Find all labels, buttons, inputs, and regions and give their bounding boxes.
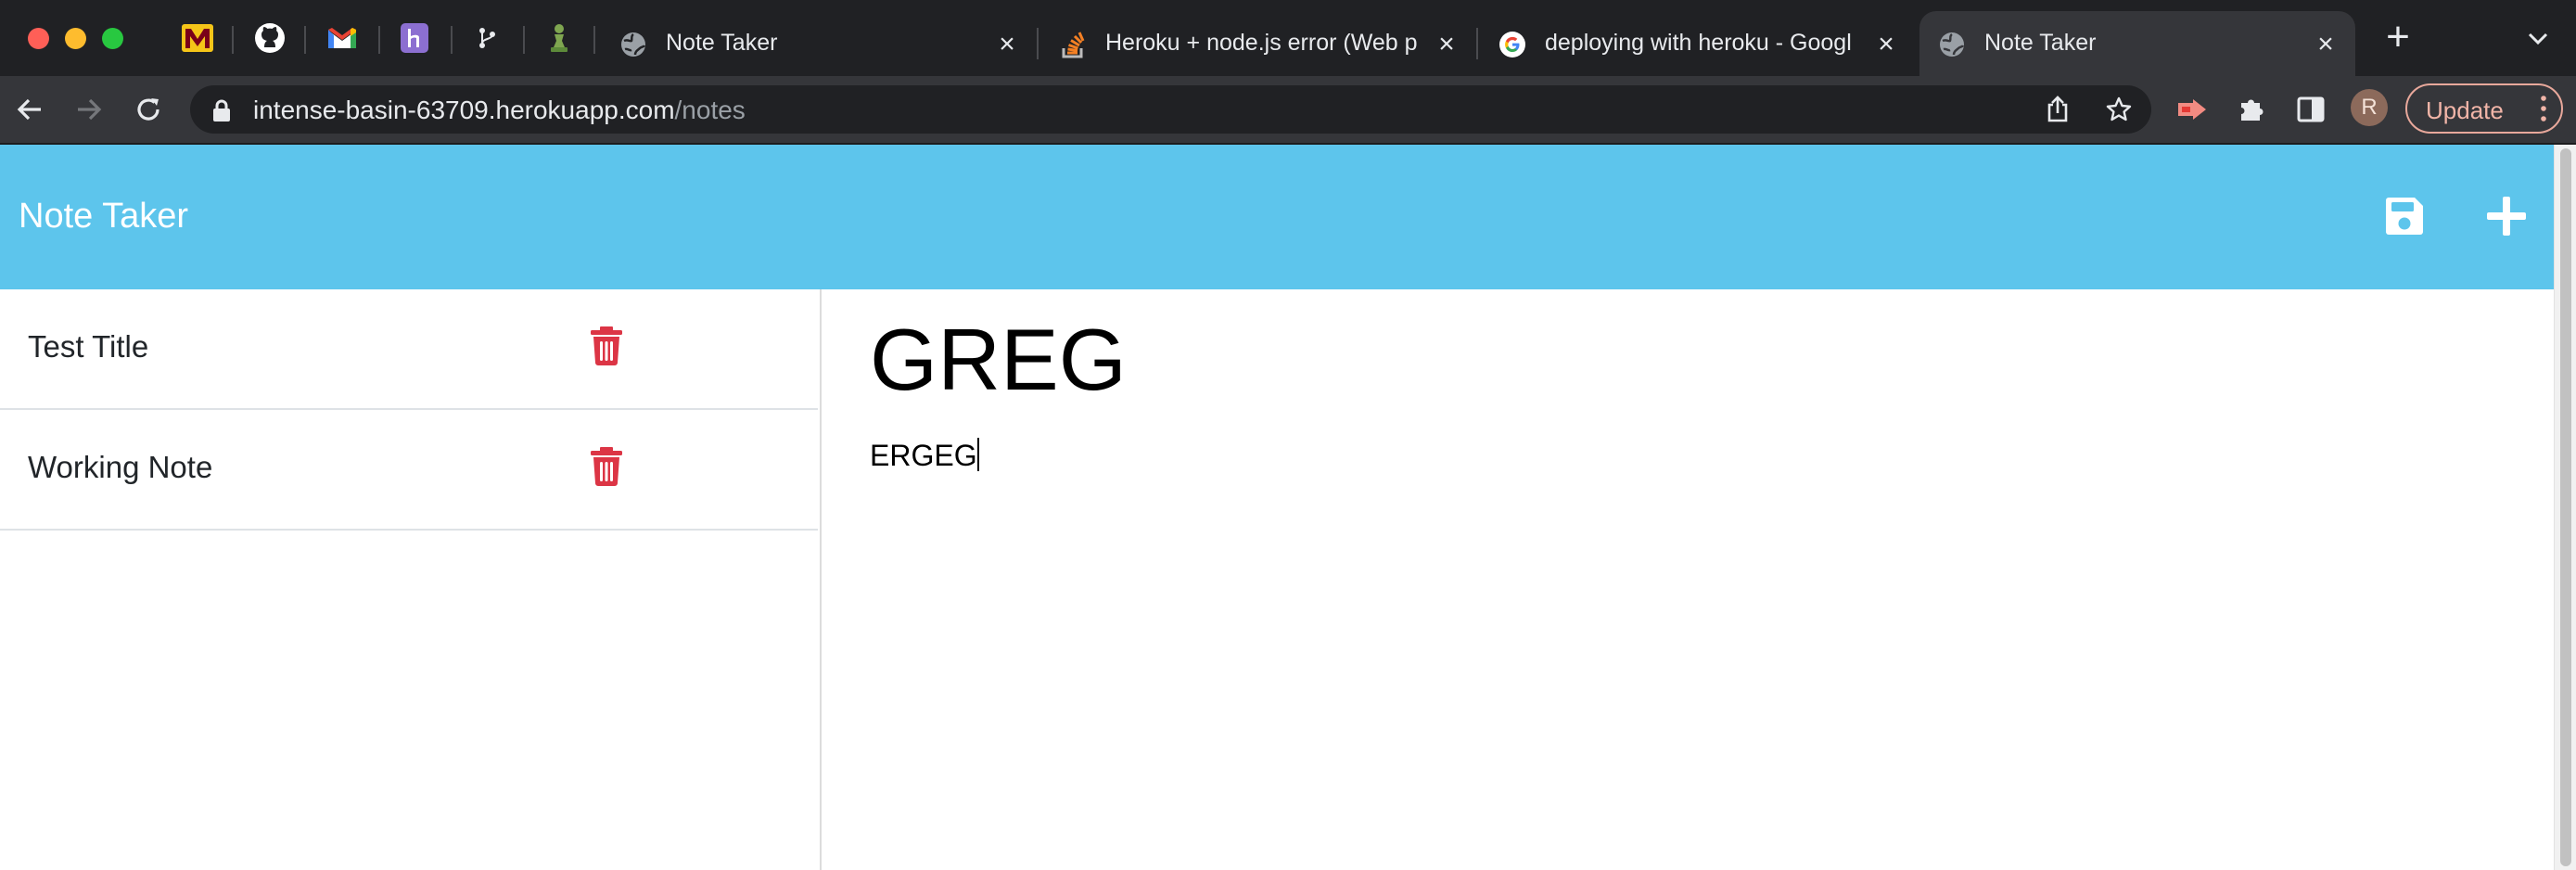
- pinned-separator: [232, 26, 234, 54]
- close-tab-icon[interactable]: ×: [994, 31, 1020, 58]
- forward-button[interactable]: [70, 91, 108, 128]
- note-text-value: ERGEG: [870, 439, 977, 472]
- extensions-puzzle-icon[interactable]: [2233, 91, 2270, 128]
- tab-note-taker-1[interactable]: Note Taker ×: [601, 11, 1039, 76]
- browser-tab-bar: Note Taker × Heroku + node.js error (Web…: [0, 0, 2576, 76]
- heroku-icon: [401, 23, 428, 53]
- globe-icon: [1938, 31, 1966, 58]
- extension-red-icon[interactable]: [2174, 91, 2211, 128]
- app-brand[interactable]: Note Taker: [19, 197, 188, 237]
- page-scrollbar[interactable]: [2554, 145, 2576, 870]
- new-tab-button[interactable]: +: [2381, 17, 2415, 58]
- git-icon: [479, 28, 495, 48]
- note-text-area[interactable]: ERGEG: [870, 438, 979, 473]
- pinned-separator: [523, 26, 525, 54]
- tab-heroku-error[interactable]: Heroku + node.js error (Web p ×: [1040, 11, 1478, 76]
- tab-title: Note Taker: [666, 30, 778, 56]
- arrow-right-icon: [78, 98, 102, 121]
- maximize-window-button[interactable]: [102, 28, 123, 49]
- pinned-separator: [378, 26, 380, 54]
- pinned-tab-gmail[interactable]: [323, 19, 362, 58]
- app-header: Note Taker: [0, 145, 2554, 289]
- update-button[interactable]: Update: [2405, 83, 2563, 134]
- trash-icon[interactable]: [590, 326, 623, 365]
- tab-note-taker-active[interactable]: Note Taker ×: [1919, 11, 2355, 76]
- pinned-separator: [304, 26, 306, 54]
- pinned-separator: [593, 26, 595, 54]
- gmail-icon: [328, 28, 356, 48]
- list-item[interactable]: Test Title: [0, 289, 818, 410]
- url-host: intense-basin-63709.herokuapp.com: [253, 96, 675, 124]
- lock-icon: [213, 99, 230, 122]
- pinned-tab-heroku[interactable]: [395, 19, 434, 58]
- profile-avatar[interactable]: R: [2351, 89, 2388, 126]
- side-panel-icon[interactable]: [2292, 91, 2329, 128]
- browser-toolbar: intense-basin-63709.herokuapp.com/notes: [0, 76, 2576, 145]
- plus-icon: [2487, 197, 2526, 236]
- minimize-window-button[interactable]: [65, 28, 86, 49]
- note-title-input[interactable]: GREG: [870, 310, 1127, 410]
- tab-title: Note Taker: [1984, 30, 2097, 56]
- avatar-letter: R: [2361, 95, 2378, 120]
- bookmark-star-icon[interactable]: [2104, 95, 2134, 124]
- text-cursor: [976, 438, 979, 471]
- note-title[interactable]: Test Title: [28, 329, 148, 365]
- trash-icon[interactable]: [590, 447, 623, 486]
- note-title[interactable]: Working Note: [28, 450, 212, 485]
- save-icon: [2386, 198, 2423, 235]
- close-tab-icon[interactable]: ×: [1434, 31, 1460, 58]
- pinned-tab-git[interactable]: [467, 19, 506, 58]
- arrow-left-icon: [17, 98, 41, 121]
- note-editor: GREG ERGEG: [822, 289, 2554, 870]
- google-icon: [1498, 31, 1526, 58]
- stackoverflow-icon: [1059, 31, 1087, 58]
- share-icon[interactable]: [2043, 95, 2072, 124]
- reload-button[interactable]: [130, 91, 167, 128]
- close-tab-icon[interactable]: ×: [1873, 31, 1899, 58]
- tab-separator: [1476, 28, 1478, 59]
- pinned-separator: [451, 26, 453, 54]
- tab-title: Heroku + node.js error (Web p: [1105, 30, 1418, 56]
- chevron-down-icon: [2528, 32, 2548, 45]
- globe-icon: [619, 31, 647, 58]
- update-label: Update: [2426, 96, 2504, 124]
- address-bar[interactable]: intense-basin-63709.herokuapp.com/notes: [190, 85, 2151, 134]
- chess-icon: [551, 24, 567, 52]
- pinned-tab-github[interactable]: [250, 19, 289, 58]
- tab-search-button[interactable]: [2524, 30, 2552, 48]
- new-note-button[interactable]: [2481, 191, 2531, 241]
- minnesota-icon: [182, 24, 213, 52]
- scrollbar-thumb[interactable]: [2560, 148, 2571, 866]
- reload-icon: [137, 98, 159, 121]
- back-button[interactable]: [11, 91, 48, 128]
- kebab-menu-icon[interactable]: [2541, 96, 2546, 122]
- pinned-tab-chess[interactable]: [540, 19, 579, 58]
- url-text: intense-basin-63709.herokuapp.com/notes: [253, 96, 746, 125]
- github-icon: [255, 23, 285, 53]
- list-item[interactable]: Working Note: [0, 410, 818, 531]
- pinned-tab-minnesota[interactable]: [178, 19, 217, 58]
- close-tab-icon[interactable]: ×: [2313, 31, 2339, 58]
- url-path: /notes: [674, 96, 746, 124]
- tab-google-search[interactable]: deploying with heroku - Googl ×: [1480, 11, 1918, 76]
- save-note-button[interactable]: [2379, 191, 2429, 241]
- tab-title: deploying with heroku - Googl: [1545, 30, 1852, 56]
- tab-separator: [1037, 28, 1039, 59]
- close-window-button[interactable]: [28, 28, 49, 49]
- notes-list: Test Title Working Note: [0, 289, 822, 870]
